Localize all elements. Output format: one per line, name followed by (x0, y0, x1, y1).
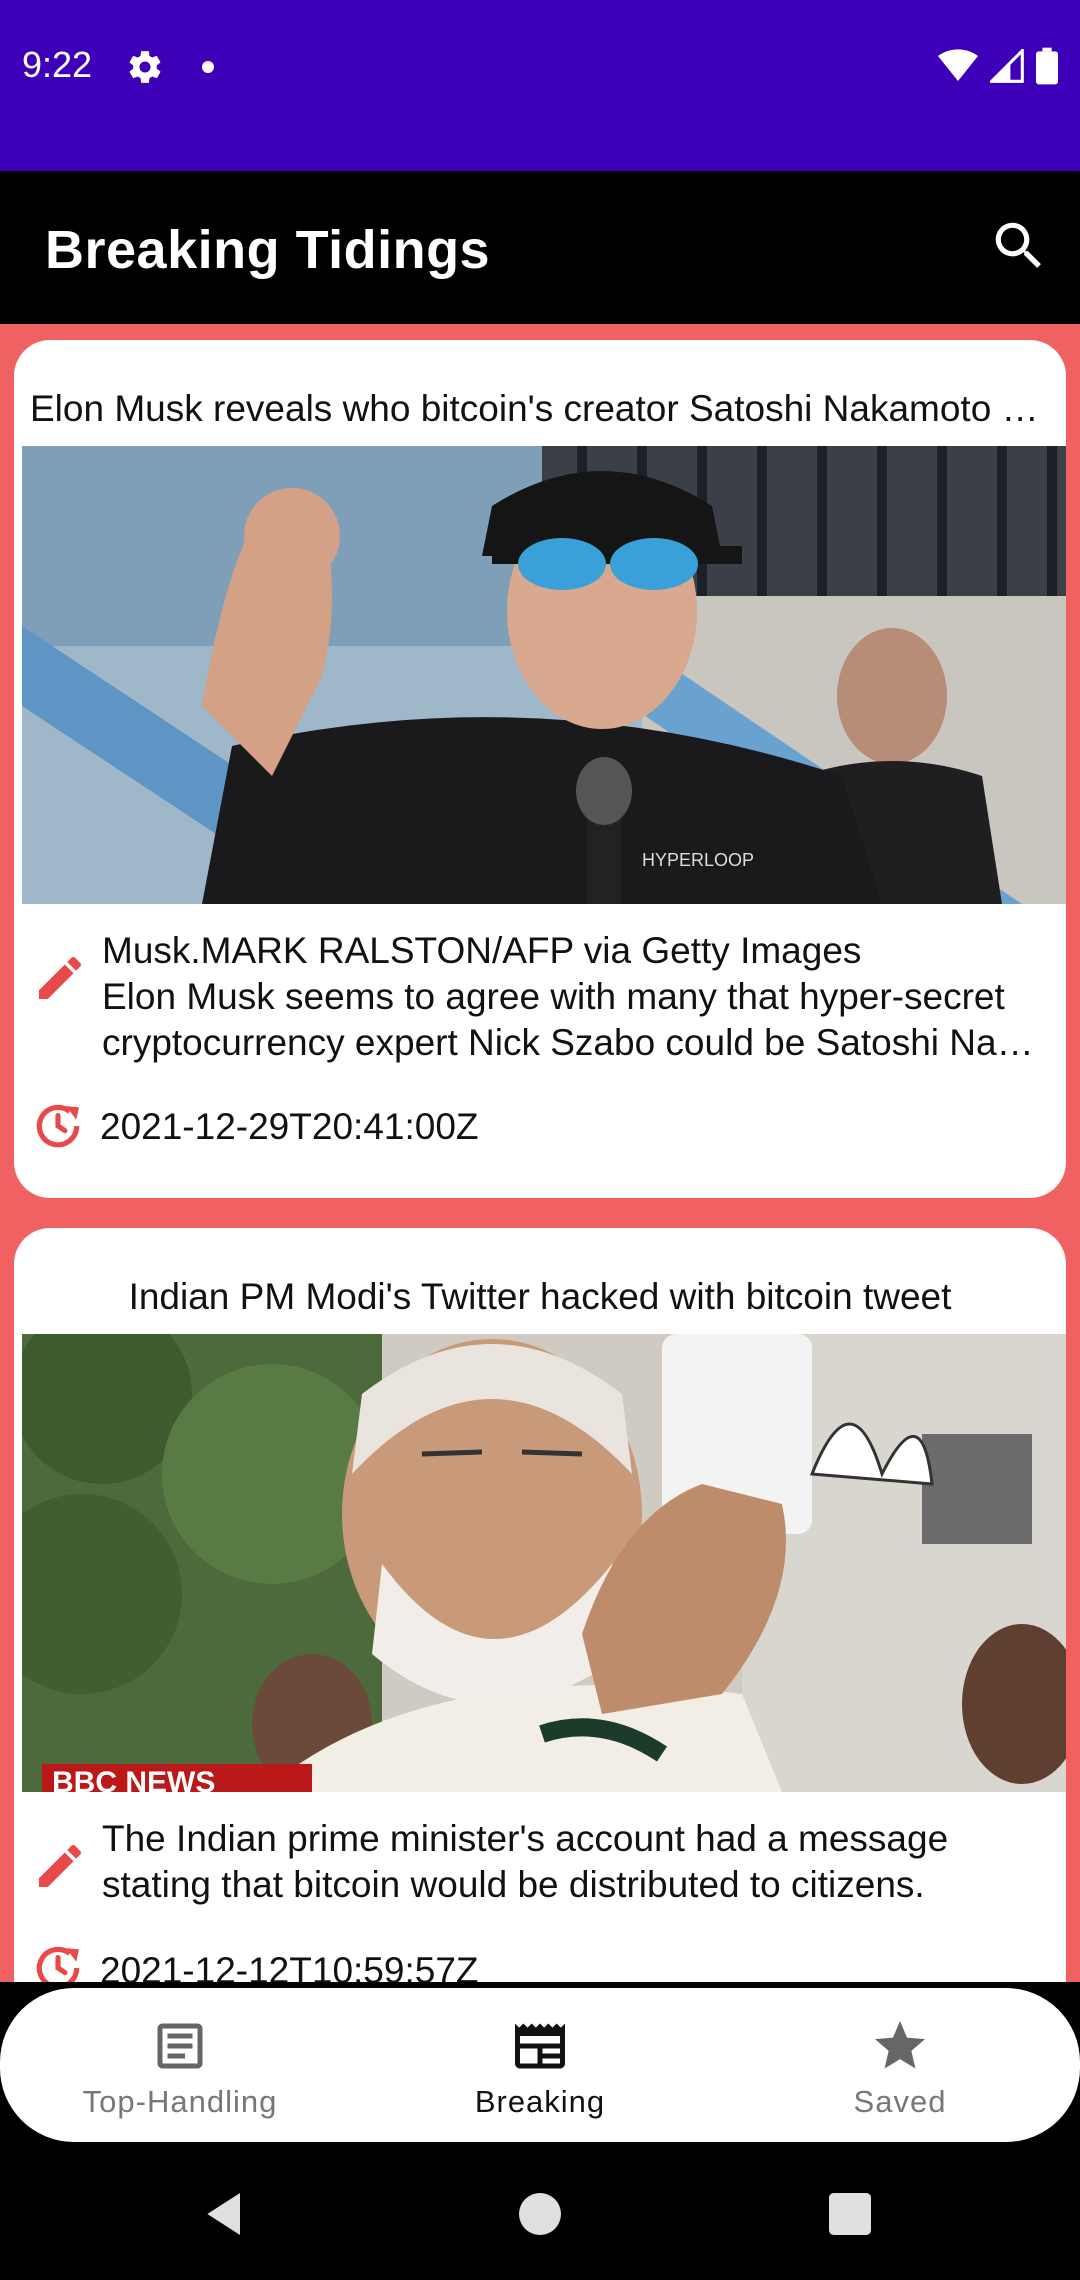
cellular-icon (990, 49, 1024, 83)
recents-icon[interactable] (822, 2186, 878, 2242)
article-card[interactable]: Elon Musk reveals who bitcoin's creator … (14, 340, 1066, 1198)
wifi-icon (938, 49, 978, 81)
nav-label: Breaking (474, 2084, 606, 2119)
article-icon (157, 2023, 203, 2069)
newspaper-icon (515, 2023, 565, 2069)
nav-item-top-handling[interactable]: Top-Handling (30, 1988, 330, 2142)
article-image: HYPERLOOP (22, 446, 1066, 904)
page-title: Breaking Tidings (45, 220, 491, 280)
battery-icon (1036, 47, 1058, 85)
article-description: Musk.MARK RALSTON/AFP via Getty Images E… (102, 928, 1052, 1066)
description-line: Elon Musk seems to agree with many that … (102, 976, 1005, 1017)
clock-icon (36, 1946, 80, 1982)
bottom-navigation: Top-Handling Breaking Saved (0, 1988, 1080, 2142)
star-icon (875, 2021, 925, 2069)
home-icon[interactable] (512, 2186, 568, 2242)
pencil-icon (39, 1844, 82, 1887)
article-published-time: 2021-12-12T10:59:57Z (100, 1950, 479, 1982)
article-image: BBC NEWS (22, 1334, 1066, 1792)
nav-item-breaking[interactable]: Breaking (390, 1988, 690, 2142)
status-time: 9:22 (22, 44, 93, 85)
search-icon[interactable] (988, 215, 1050, 277)
clock-icon (36, 1104, 80, 1148)
article-published-time: 2021-12-29T20:41:00Z (100, 1106, 479, 1147)
status-icons (938, 46, 1058, 86)
nav-label: Saved (853, 2084, 947, 2119)
description-line: The Indian prime minister's account had … (102, 1818, 949, 1859)
article-description: The Indian prime minister's account had … (102, 1816, 1052, 1908)
image-badge: BBC NEWS (52, 1766, 215, 1792)
back-icon[interactable] (198, 2186, 254, 2242)
article-title: Indian PM Modi's Twitter hacked with bit… (128, 1276, 952, 1317)
news-feed[interactable]: Elon Musk reveals who bitcoin's creator … (0, 324, 1080, 1982)
app-bar: Breaking Tidings (0, 171, 1080, 324)
pencil-icon (39, 956, 82, 999)
system-navigation-bar (0, 2148, 1080, 2280)
article-card[interactable]: Indian PM Modi's Twitter hacked with bit… (14, 1228, 1066, 1982)
settings-icon (129, 51, 161, 83)
description-line: stating that bitcoin would be distribute… (102, 1864, 925, 1905)
svg-text:HYPERLOOP: HYPERLOOP (642, 850, 754, 870)
notification-dot-icon (202, 61, 214, 73)
article-title: Elon Musk reveals who bitcoin's creator … (30, 388, 1050, 429)
nav-item-saved[interactable]: Saved (750, 1988, 1050, 2142)
nav-label: Top-Handling (82, 2084, 278, 2119)
status-bar: 9:22 (0, 0, 1080, 171)
description-line: cryptocurrency expert Nick Szabo could b… (102, 1022, 1052, 1063)
description-line: Musk.MARK RALSTON/AFP via Getty Images (102, 930, 862, 971)
